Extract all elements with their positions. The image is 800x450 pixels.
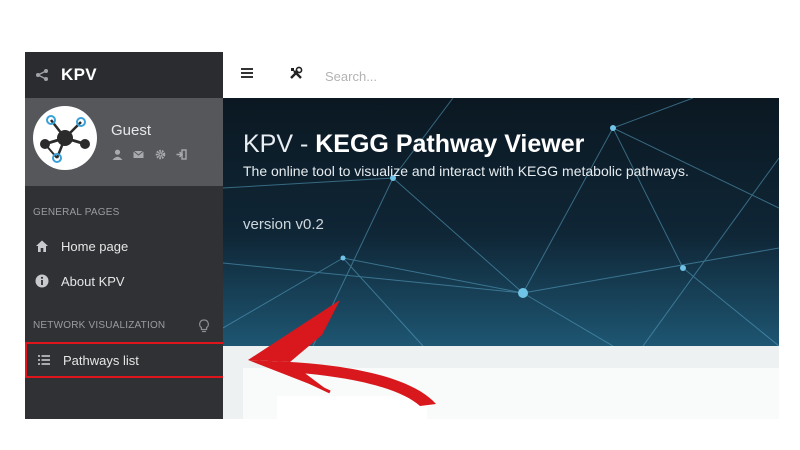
sidebar-item-label: About KPV: [61, 273, 125, 289]
hero-banner: KPV - KEGG Pathway Viewer The online too…: [223, 98, 779, 346]
hero-title-main: KEGG Pathway Viewer: [315, 130, 585, 158]
hero-text: KPV - KEGG Pathway Viewer The online too…: [243, 130, 689, 179]
sidebar-item-label: Home page: [61, 238, 129, 254]
brand-bar[interactable]: KPV: [25, 52, 223, 98]
logout-icon[interactable]: [176, 149, 187, 160]
home-icon: [36, 240, 48, 252]
content-card: [243, 368, 779, 419]
avatar[interactable]: [33, 106, 97, 170]
share-icon: [36, 69, 48, 81]
sidebar-item-about[interactable]: About KPV: [25, 265, 223, 297]
network-logo-icon: [40, 115, 90, 163]
lightbulb-icon[interactable]: [198, 319, 210, 333]
gear-icon[interactable]: [155, 149, 166, 160]
section-network-visualization: NETWORK VISUALIZATION: [33, 320, 166, 331]
search-input[interactable]: [323, 64, 527, 88]
hamburger-menu-icon[interactable]: [241, 68, 253, 78]
user-name: Guest: [111, 122, 152, 139]
tools-icon[interactable]: [289, 66, 303, 80]
content-area: [223, 346, 779, 419]
sidebar-item-label: Pathways list: [63, 352, 139, 368]
sidebar: KPV Guest GENERAL PAGES Home page About …: [25, 52, 225, 419]
app-title: KPV: [61, 65, 97, 84]
version-label: version v0.2: [243, 216, 324, 233]
sidebar-item-pathways-list[interactable]: Pathways list: [25, 342, 225, 378]
hero-title-prefix: KPV -: [243, 130, 316, 158]
hero-title: KPV - KEGG Pathway Viewer: [243, 130, 689, 159]
user-panel: Guest: [25, 98, 223, 186]
list-icon: [38, 355, 50, 365]
app-window: KPV Guest GENERAL PAGES Home page About …: [25, 52, 779, 419]
section-general-pages: GENERAL PAGES: [33, 207, 120, 218]
mail-icon[interactable]: [133, 149, 144, 160]
hero-subtitle: The online tool to visualize and interac…: [243, 163, 689, 179]
sidebar-item-home[interactable]: Home page: [25, 230, 223, 262]
card-panel: [277, 396, 427, 419]
user-icon[interactable]: [112, 149, 123, 160]
info-icon: [35, 274, 49, 288]
top-bar: [223, 52, 779, 99]
